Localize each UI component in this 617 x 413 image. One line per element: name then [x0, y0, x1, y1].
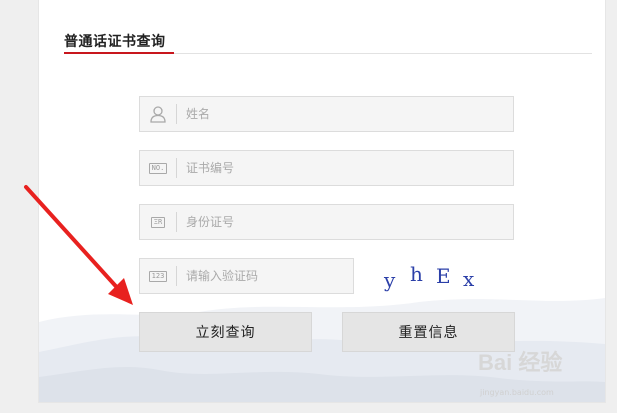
cert-number-input[interactable]: [186, 151, 486, 185]
id-number-field[interactable]: ΞR: [139, 204, 514, 240]
field-divider: [176, 158, 177, 178]
baidu-watermark-url: jingyan.baidu.com: [480, 388, 554, 397]
captcha-char: h: [410, 262, 423, 286]
name-field[interactable]: [139, 96, 514, 132]
captcha-char: x: [463, 267, 475, 291]
id-card-icon: ΞR: [140, 205, 176, 239]
field-divider: [176, 266, 177, 286]
id-number-input[interactable]: [186, 205, 486, 239]
certificate-number-icon: NO.: [140, 151, 176, 185]
name-input[interactable]: [186, 97, 486, 131]
field-divider: [176, 104, 177, 124]
title-underline: [64, 52, 174, 54]
baidu-watermark: Bai 经验: [478, 350, 563, 375]
field-divider: [176, 212, 177, 232]
captcha-icon: 123: [140, 259, 176, 293]
captcha-image[interactable]: y h E x: [384, 258, 494, 298]
page-title: 普通话证书查询: [64, 34, 166, 50]
captcha-field[interactable]: 123: [139, 258, 354, 294]
captcha-input[interactable]: [186, 259, 346, 293]
query-panel: 普通话证书查询 NO. ΞR 123: [38, 0, 606, 403]
captcha-char: y: [384, 268, 396, 292]
user-icon: [140, 97, 176, 131]
query-button[interactable]: 立刻查询: [139, 312, 312, 352]
cert-number-field[interactable]: NO.: [139, 150, 514, 186]
captcha-char: E: [436, 264, 451, 288]
